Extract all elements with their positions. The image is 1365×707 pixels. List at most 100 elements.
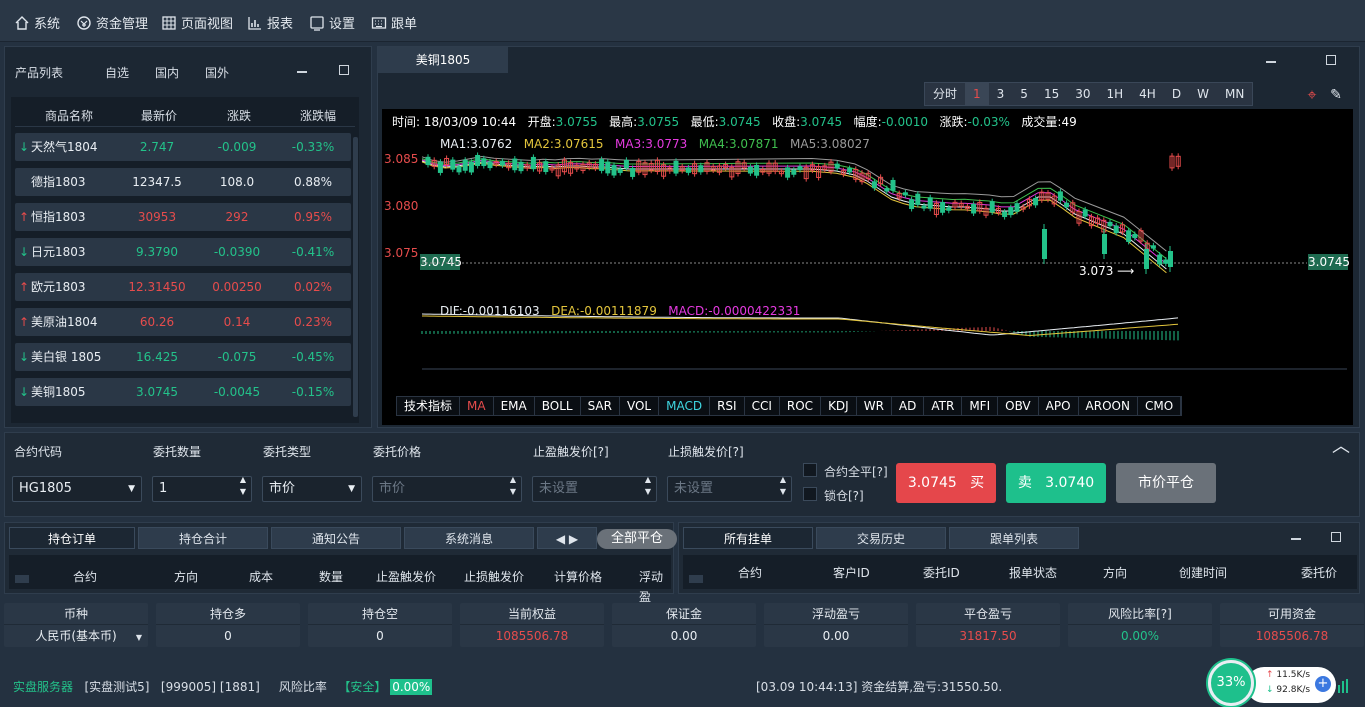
timeframe-0[interactable]: 分时	[925, 83, 965, 105]
indicator-boll[interactable]: BOLL	[535, 397, 581, 415]
menu-settings[interactable]: 设置	[309, 13, 355, 32]
indicator-obv[interactable]: OBV	[998, 397, 1039, 415]
stat-title: 平仓盈亏	[916, 603, 1060, 625]
menu-copytrade[interactable]: 跟单	[371, 13, 417, 32]
collapse-icon[interactable]: ︿	[1332, 432, 1350, 458]
tab-position-summary[interactable]: 持仓合计	[138, 527, 268, 549]
indicator-sar[interactable]: SAR	[581, 397, 620, 415]
stat-2: 持仓空 0	[308, 603, 452, 647]
qty-stepper[interactable]: 1 ▲ ▼	[152, 475, 252, 502]
close-all-checkbox[interactable]	[803, 463, 817, 477]
stepper-icon: ▲ ▼	[509, 475, 516, 496]
scrollbar[interactable]	[353, 137, 358, 417]
stat-title: 币种	[4, 603, 148, 625]
timeframe-3[interactable]: 5	[1012, 83, 1036, 105]
indicator-cmo[interactable]: CMO	[1138, 397, 1182, 415]
menu-report[interactable]: 报表	[247, 13, 293, 32]
tab-copy-list[interactable]: 跟单列表	[949, 527, 1079, 549]
contract-select[interactable]: HG1805 ▼	[12, 476, 142, 502]
stat-value: 31817.50	[959, 629, 1017, 643]
timeframe-10[interactable]: MN	[1217, 83, 1252, 105]
chart-maximize-button[interactable]	[1326, 55, 1336, 65]
indicator-aroon[interactable]: AROON	[1079, 397, 1138, 415]
plus-icon[interactable]: +	[1315, 676, 1331, 692]
product-pct: 0.02%	[293, 280, 333, 294]
indicator-rsi[interactable]: RSI	[710, 397, 745, 415]
tab-foreign[interactable]: 国外	[205, 64, 229, 81]
timeframe-9[interactable]: W	[1189, 83, 1217, 105]
orders-minimize-button[interactable]	[1291, 538, 1301, 540]
product-row[interactable]: ↓ 美白银 1805 16.425 -0.075 -0.45%	[15, 343, 351, 371]
orders-maximize-button[interactable]	[1331, 532, 1341, 542]
menu-funds-label: 资金管理	[96, 17, 149, 32]
indicator-wr[interactable]: WR	[857, 397, 892, 415]
timeframe-8[interactable]: D	[1164, 83, 1189, 105]
tab-scroll-arrows[interactable]: ◀ ▶	[537, 527, 597, 549]
minimize-button[interactable]	[297, 71, 307, 73]
buy-button[interactable]: 3.0745 买	[896, 463, 996, 503]
product-price: 3.0745	[136, 385, 178, 399]
timeframe-5[interactable]: 30	[1067, 83, 1098, 105]
timeframe-2[interactable]: 3	[989, 83, 1013, 105]
timeframe-6[interactable]: 1H	[1099, 83, 1132, 105]
menu-view[interactable]: 页面视图	[161, 13, 233, 32]
stat-5: 浮动盈亏 0.00	[764, 603, 908, 647]
product-row[interactable]: ↓ 天然气1804 2.747 -0.009 -0.33%	[15, 133, 351, 161]
product-row[interactable]: ↑ 美原油1804 60.26 0.14 0.23%	[15, 308, 351, 336]
server-label: 实盘服务器	[13, 680, 74, 694]
chart-canvas[interactable]: 时间: 18/03/09 10:44 开盘:3.0755 最高:3.0755 最…	[382, 109, 1353, 425]
menu-system[interactable]: 系统	[14, 13, 60, 32]
stat-value: 0.00	[670, 629, 698, 643]
timeframe-7[interactable]: 4H	[1131, 83, 1164, 105]
indicator-cci[interactable]: CCI	[745, 397, 780, 415]
product-pct: 0.23%	[293, 315, 333, 329]
indicator-mfi[interactable]: MFI	[962, 397, 999, 415]
type-select[interactable]: 市价 ▼	[262, 476, 362, 502]
product-row[interactable]: ↓ 美铜1805 3.0745 -0.0045 -0.15%	[15, 378, 351, 406]
indicator-ema[interactable]: EMA	[494, 397, 535, 415]
pencil-icon[interactable]: ✎	[1326, 85, 1346, 105]
positions-select-all[interactable]	[15, 575, 29, 583]
tp-input[interactable]: 未设置 ▲ ▼	[532, 475, 657, 502]
market-close-button[interactable]: 市价平仓	[1116, 463, 1216, 503]
tab-position-orders[interactable]: 持仓订单	[9, 527, 135, 549]
tab-product-list[interactable]: 产品列表	[15, 64, 63, 81]
indicator-roc[interactable]: ROC	[780, 397, 822, 415]
label-contract: 合约代码	[14, 445, 63, 459]
indicator-kdj[interactable]: KDJ	[821, 397, 857, 415]
lock-checkbox[interactable]	[803, 487, 817, 501]
chart-minimize-button[interactable]	[1266, 61, 1276, 63]
tab-all-orders[interactable]: 所有挂单	[683, 527, 813, 549]
product-price: 9.3790	[136, 245, 178, 259]
indicator-macd[interactable]: MACD	[659, 397, 711, 415]
tab-domestic[interactable]: 国内	[155, 64, 179, 81]
sell-button[interactable]: 卖 3.0740	[1006, 463, 1106, 503]
orders-select-all[interactable]	[689, 575, 703, 583]
timeframe-1[interactable]: 1	[965, 83, 989, 105]
product-row[interactable]: ↓ 日元1803 9.3790 -0.0390 -0.41%	[15, 238, 351, 266]
chart-tab[interactable]: 美铜1805	[378, 47, 508, 73]
product-name: 日元1803	[31, 245, 86, 259]
indicator-ad[interactable]: AD	[892, 397, 925, 415]
tab-notices[interactable]: 通知公告	[271, 527, 401, 549]
indicator-apo[interactable]: APO	[1039, 397, 1079, 415]
indicator-atr[interactable]: ATR	[924, 397, 963, 415]
speed-widget[interactable]: ↑ 11.5K/s ↓ 92.8K/s +	[1246, 667, 1336, 703]
stat-0[interactable]: 币种 人民币(基本币) ▼	[4, 603, 148, 647]
price-input[interactable]: 市价 ▲ ▼	[372, 475, 522, 502]
indicator-vol[interactable]: VOL	[620, 397, 660, 415]
maximize-button[interactable]	[339, 65, 349, 75]
product-row[interactable]: ↑ 欧元1803 12.31450 0.00250 0.02%	[15, 273, 351, 301]
close-all-button[interactable]: 全部平仓	[597, 529, 677, 549]
product-row[interactable]: 德指1803 12347.5 108.0 0.88%	[15, 168, 351, 196]
crosshair-icon[interactable]: ⌖	[1302, 85, 1322, 105]
tab-trade-history[interactable]: 交易历史	[816, 527, 946, 549]
sl-input[interactable]: 未设置 ▲ ▼	[667, 475, 792, 502]
gauge-badge[interactable]: 33%	[1208, 660, 1254, 706]
product-row[interactable]: ↑ 恒指1803 30953 292 0.95%	[15, 203, 351, 231]
tab-system-messages[interactable]: 系统消息	[404, 527, 534, 549]
tab-watchlist[interactable]: 自选	[105, 64, 129, 81]
indicator-ma[interactable]: MA	[460, 397, 494, 415]
timeframe-4[interactable]: 15	[1036, 83, 1067, 105]
menu-funds[interactable]: 资金管理	[76, 13, 148, 32]
